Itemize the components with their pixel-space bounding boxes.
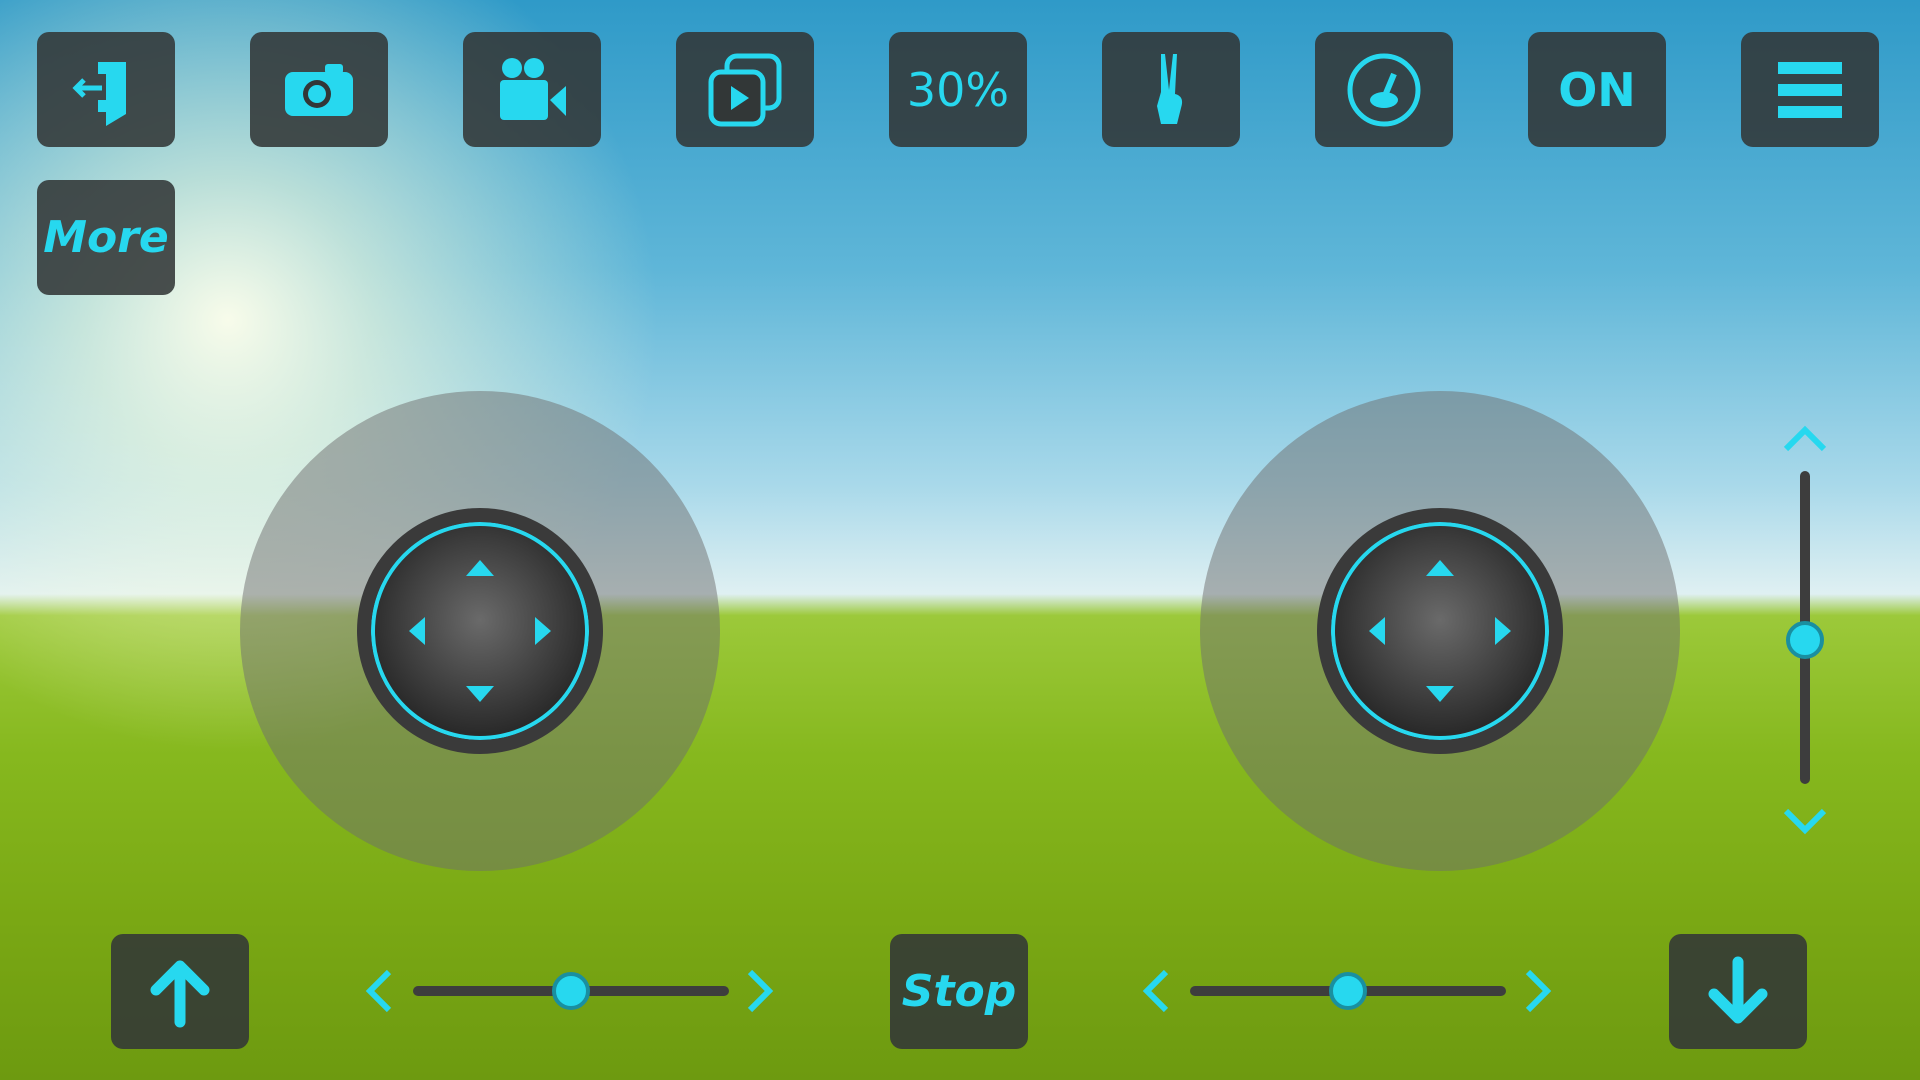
right-joystick[interactable]	[1200, 391, 1680, 871]
left-joystick[interactable]	[240, 391, 720, 871]
chevron-up-icon[interactable]	[1780, 415, 1830, 465]
left-joystick-knob[interactable]	[357, 508, 603, 754]
more-button[interactable]: More	[37, 180, 175, 295]
direction-arrows-icon	[409, 560, 551, 702]
menu-button[interactable]	[1741, 32, 1879, 147]
left-trim-thumb[interactable]	[552, 972, 590, 1010]
calibrate-button[interactable]	[1315, 32, 1453, 147]
chevron-right-icon[interactable]	[1512, 966, 1562, 1016]
chevron-left-icon[interactable]	[355, 966, 405, 1016]
takeoff-button[interactable]	[111, 934, 249, 1049]
video-button[interactable]	[463, 32, 601, 147]
peace-hand-icon	[1157, 53, 1183, 124]
power-label: ON	[1558, 62, 1636, 117]
speed-button[interactable]: 30%	[889, 32, 1027, 147]
exit-icon	[72, 61, 126, 126]
video-camera-icon	[500, 57, 566, 120]
arrow-down-icon	[1708, 956, 1768, 1023]
chevron-right-icon[interactable]	[734, 966, 784, 1016]
chevron-left-icon[interactable]	[1132, 966, 1182, 1016]
direction-arrows-icon	[1369, 560, 1511, 702]
stop-button[interactable]: Stop	[890, 934, 1028, 1049]
gyro-calibrate-icon	[1347, 53, 1421, 126]
right-joystick-knob[interactable]	[1317, 508, 1563, 754]
camera-icon	[285, 63, 353, 116]
stop-label: Stop	[901, 966, 1017, 1017]
land-button[interactable]	[1669, 934, 1807, 1049]
playback-button[interactable]	[676, 32, 814, 147]
power-toggle[interactable]: ON	[1528, 32, 1666, 147]
arrow-up-icon	[150, 960, 210, 1027]
vertical-trim-thumb[interactable]	[1786, 621, 1824, 660]
more-label: More	[43, 212, 169, 263]
media-gallery-icon	[708, 53, 782, 126]
chevron-down-icon[interactable]	[1780, 795, 1830, 845]
photo-button[interactable]	[250, 32, 388, 147]
speed-label: 30%	[906, 62, 1010, 117]
right-trim-thumb[interactable]	[1329, 972, 1367, 1010]
gesture-button[interactable]	[1102, 32, 1240, 147]
hamburger-menu-icon	[1778, 61, 1842, 118]
exit-button[interactable]	[37, 32, 175, 147]
